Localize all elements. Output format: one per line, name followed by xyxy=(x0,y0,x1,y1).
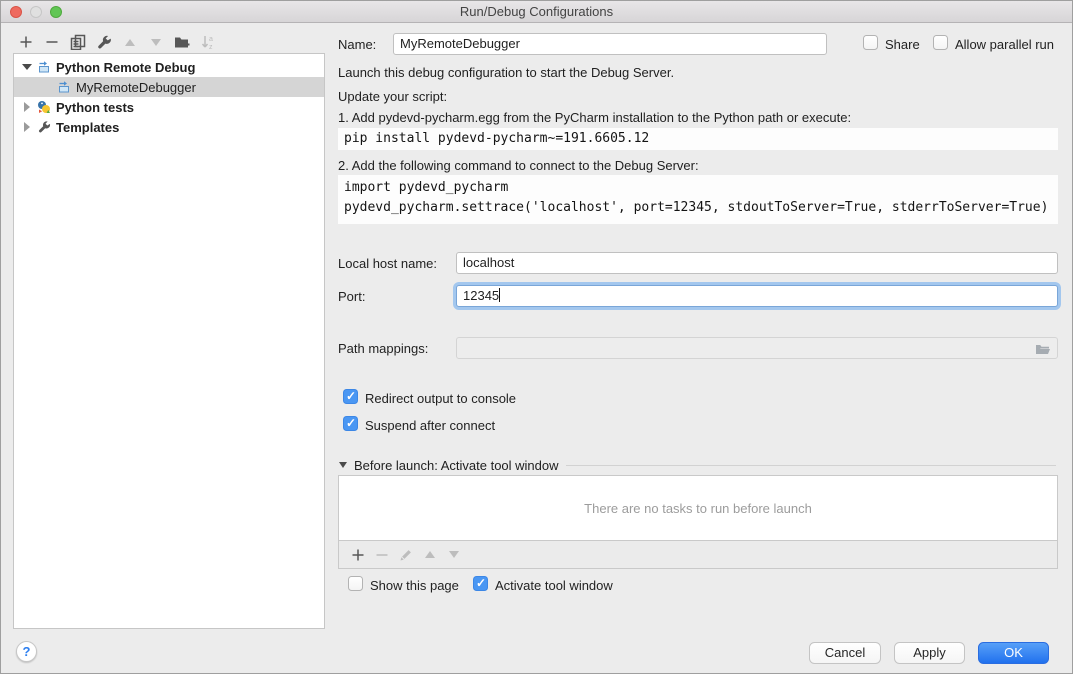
edit-task-button[interactable] xyxy=(394,544,418,566)
add-task-button[interactable] xyxy=(346,544,370,566)
apply-button[interactable]: Apply xyxy=(894,642,965,664)
zoom-window-button[interactable] xyxy=(50,6,62,18)
instruction-step-2: 2. Add the following command to connect … xyxy=(338,158,699,173)
separator-line xyxy=(566,465,1056,466)
allow-parallel-run-label[interactable]: Allow parallel run xyxy=(955,37,1054,52)
tree-item-python-tests[interactable]: Python tests xyxy=(14,97,324,117)
suspend-after-connect-checkbox[interactable] xyxy=(343,416,358,431)
suspend-after-connect-label[interactable]: Suspend after connect xyxy=(365,418,495,433)
collapse-arrow-icon[interactable] xyxy=(22,62,32,72)
cancel-button[interactable]: Cancel xyxy=(809,642,881,664)
tree-item-myremotedebugger[interactable]: MyRemoteDebugger xyxy=(14,77,324,97)
before-launch-title: Before launch: Activate tool window xyxy=(354,458,559,473)
move-task-up-button[interactable] xyxy=(418,544,442,566)
templates-wrench-icon xyxy=(37,120,51,134)
port-label: Port: xyxy=(338,289,365,304)
empty-tasks-message: There are no tasks to run before launch xyxy=(584,501,812,516)
copy-configuration-button[interactable] xyxy=(65,31,91,53)
tree-item-label: Python Remote Debug xyxy=(56,60,195,75)
move-task-down-button[interactable] xyxy=(442,544,466,566)
add-configuration-button[interactable] xyxy=(13,31,39,53)
browse-folder-icon[interactable] xyxy=(1035,342,1051,356)
tree-item-label: MyRemoteDebugger xyxy=(76,80,196,95)
title-bar: Run/Debug Configurations xyxy=(1,1,1072,23)
activate-tool-window-checkbox[interactable] xyxy=(473,576,488,591)
show-this-page-checkbox[interactable] xyxy=(348,576,363,591)
settrace-line-2: pydevd_pycharm.settrace('localhost', por… xyxy=(344,198,1058,218)
move-up-button[interactable] xyxy=(117,31,143,53)
name-input[interactable]: MyRemoteDebugger xyxy=(393,33,827,55)
redirect-output-checkbox[interactable] xyxy=(343,389,358,404)
instruction-step-1: 1. Add pydevd-pycharm.egg from the PyCha… xyxy=(338,110,851,125)
copy-icon xyxy=(70,34,86,50)
new-folder-button[interactable] xyxy=(169,31,195,53)
settrace-line-1: import pydevd_pycharm xyxy=(344,178,1058,198)
plus-icon xyxy=(18,34,34,50)
edit-templates-button[interactable] xyxy=(91,31,117,53)
arrow-down-icon xyxy=(151,39,161,46)
share-label[interactable]: Share xyxy=(885,37,920,52)
minus-icon xyxy=(44,34,60,50)
path-mappings-input[interactable] xyxy=(456,337,1058,359)
activate-tool-window-label[interactable]: Activate tool window xyxy=(495,578,613,593)
configurations-tree: Python Remote Debug MyRemoteDebugger xyxy=(13,53,325,629)
before-launch-toolbar xyxy=(338,541,1058,569)
redirect-output-label[interactable]: Redirect output to console xyxy=(365,391,516,406)
tree-item-label: Templates xyxy=(56,120,119,135)
svg-text:z: z xyxy=(209,44,213,50)
instruction-line-1: Launch this debug configuration to start… xyxy=(338,65,674,80)
name-label: Name: xyxy=(338,37,376,52)
window-title: Run/Debug Configurations xyxy=(1,1,1072,22)
python-tests-icon xyxy=(37,100,51,114)
remote-debug-icon xyxy=(37,60,51,74)
tree-item-label: Python tests xyxy=(56,100,134,115)
share-checkbox[interactable] xyxy=(863,35,878,50)
arrow-down-icon xyxy=(449,551,459,558)
collapse-arrow-icon[interactable] xyxy=(339,462,347,468)
help-button[interactable]: ? xyxy=(16,641,37,662)
move-down-button[interactable] xyxy=(143,31,169,53)
expand-arrow-icon[interactable] xyxy=(22,122,32,132)
configurations-toolbar: a z xyxy=(13,31,221,53)
arrow-up-icon xyxy=(425,551,435,558)
expand-arrow-icon[interactable] xyxy=(22,102,32,112)
local-host-name-input[interactable]: localhost xyxy=(456,252,1058,274)
show-this-page-label[interactable]: Show this page xyxy=(370,578,459,593)
run-debug-configurations-dialog: Run/Debug Configurations xyxy=(0,0,1073,674)
plus-icon xyxy=(351,548,365,562)
wrench-icon xyxy=(96,34,112,50)
minus-icon xyxy=(375,548,389,562)
minimize-window-button[interactable] xyxy=(30,6,42,18)
port-input[interactable]: 12345 xyxy=(456,285,1058,307)
before-launch-task-list[interactable]: There are no tasks to run before launch xyxy=(338,475,1058,541)
arrow-up-icon xyxy=(125,39,135,46)
remote-debug-icon xyxy=(57,80,71,94)
text-caret xyxy=(499,288,500,302)
svg-text:a: a xyxy=(209,36,213,43)
sort-configurations-button[interactable]: a z xyxy=(195,31,221,53)
allow-parallel-run-checkbox[interactable] xyxy=(933,35,948,50)
ok-button[interactable]: OK xyxy=(978,642,1049,664)
tree-item-templates[interactable]: Templates xyxy=(14,117,324,137)
before-launch-header[interactable]: Before launch: Activate tool window xyxy=(339,457,1056,473)
pip-install-command: pip install pydevd-pycharm~=191.6605.12 xyxy=(338,128,1058,150)
remove-configuration-button[interactable] xyxy=(39,31,65,53)
new-folder-icon xyxy=(174,34,191,50)
pencil-icon xyxy=(399,548,413,562)
close-window-button[interactable] xyxy=(10,6,22,18)
instruction-line-2: Update your script: xyxy=(338,89,447,104)
remove-task-button[interactable] xyxy=(370,544,394,566)
local-host-name-label: Local host name: xyxy=(338,256,437,271)
tree-item-python-remote-debug[interactable]: Python Remote Debug xyxy=(14,57,324,77)
settrace-command-block: import pydevd_pycharm pydevd_pycharm.set… xyxy=(338,175,1058,224)
sort-az-icon: a z xyxy=(200,34,216,50)
path-mappings-label: Path mappings: xyxy=(338,341,428,356)
